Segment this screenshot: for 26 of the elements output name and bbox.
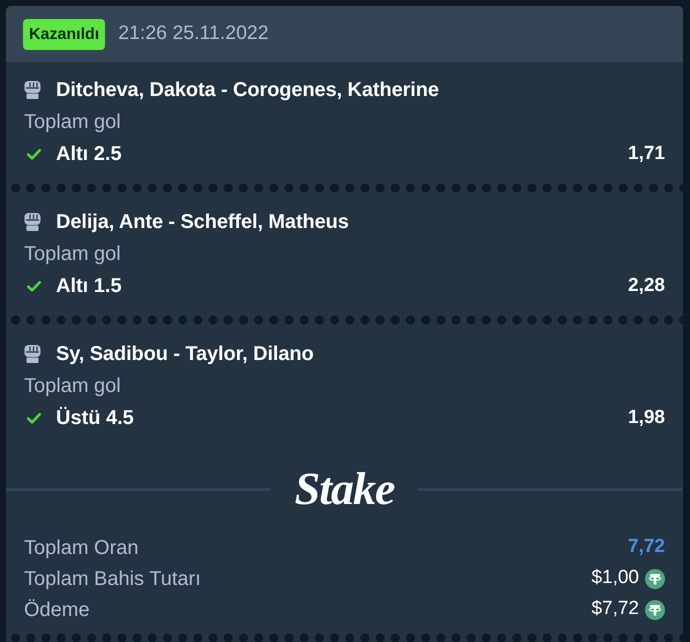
- selection-label: Altı 1.5: [56, 274, 122, 299]
- brand-logo: Stake: [294, 466, 396, 512]
- coin-icon: [645, 568, 665, 588]
- coin-icon: [645, 600, 665, 620]
- selection-label: Altı 2.5: [56, 142, 122, 167]
- amount-value: $7,72: [591, 597, 639, 622]
- boxing-glove-icon: [24, 213, 41, 231]
- market-name: Toplam gol: [24, 242, 121, 267]
- market-name: Toplam gol: [24, 110, 121, 135]
- summary-label: Toplam Bahis Tutarı: [24, 566, 201, 592]
- event-title: Delija, Ante - Scheffel, Matheus: [56, 210, 349, 235]
- bet-date-time: 21:26 25.11.2022: [118, 21, 269, 46]
- summary-label: Ödeme: [24, 598, 90, 622]
- status-label: Kazanıldı: [23, 18, 106, 50]
- odds-value: 2,28: [628, 274, 665, 298]
- odds-value: 1,71: [628, 142, 665, 166]
- boxing-glove-icon: [24, 81, 41, 99]
- event-title: Sy, Sadibou - Taylor, Dilano: [56, 342, 314, 367]
- selection-label: Üstü 4.5: [56, 406, 134, 431]
- event-title: Ditcheva, Dakota - Corogenes, Katherine: [56, 78, 439, 103]
- market-name: Toplam gol: [24, 374, 121, 399]
- amount-value: $1,00: [591, 566, 639, 590]
- boxing-glove-icon: [24, 345, 41, 363]
- total-odds-value: 7,72: [628, 535, 665, 560]
- summary-label: Toplam Oran: [24, 536, 138, 560]
- odds-value: 1,98: [628, 406, 665, 430]
